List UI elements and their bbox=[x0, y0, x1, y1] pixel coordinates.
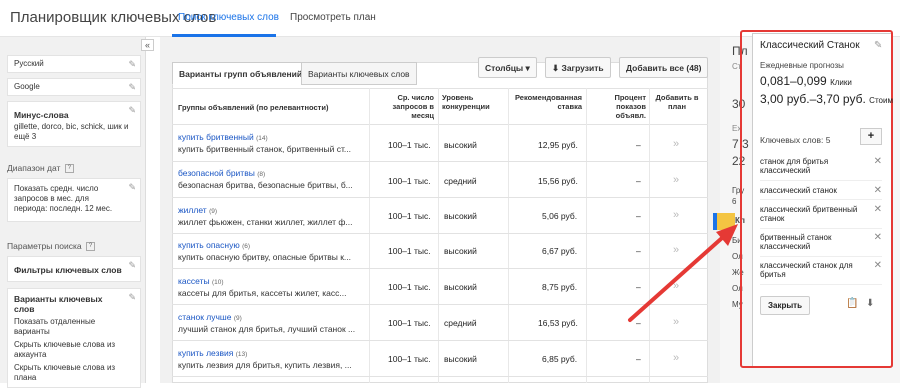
clipboard-icon[interactable]: 📋 bbox=[846, 298, 858, 309]
cost-unit: Стоим bbox=[869, 96, 893, 105]
keywords-count-label: Ключевых слов: 5 bbox=[760, 135, 831, 145]
keyword-item: классический станок для бритья ✕ bbox=[760, 261, 882, 285]
keyword-text: станок для бритья классический bbox=[760, 157, 829, 175]
remove-keyword-icon[interactable]: ✕ bbox=[874, 186, 882, 196]
add-keyword-button[interactable]: + bbox=[860, 128, 882, 145]
keyword-text: классический станок для бритья bbox=[760, 261, 853, 279]
pencil-icon[interactable]: ✎ bbox=[874, 40, 882, 51]
keyword-text: классический бритвенный станок bbox=[760, 205, 858, 223]
keyword-item: бритвенный станок классический ✕ bbox=[760, 233, 882, 257]
clicks-forecast: 0,081–0,099 Клики bbox=[760, 74, 852, 88]
keyword-item: станок для бритья классический ✕ bbox=[760, 157, 882, 181]
forecast-label: Ежедневные прогнозы bbox=[760, 61, 844, 70]
remove-keyword-icon[interactable]: ✕ bbox=[874, 157, 882, 167]
panel-title: Классический Станок bbox=[760, 40, 860, 51]
cost-value: 3,00 руб.–3,70 руб. bbox=[760, 92, 866, 106]
keyword-item: классический станок ✕ bbox=[760, 186, 882, 200]
close-button[interactable]: Закрыть bbox=[760, 296, 810, 315]
remove-keyword-icon[interactable]: ✕ bbox=[874, 261, 882, 271]
keyword-text: классический станок bbox=[760, 186, 837, 195]
clicks-value: 0,081–0,099 bbox=[760, 74, 827, 88]
keyword-text: бритвенный станок классический bbox=[760, 233, 832, 251]
remove-keyword-icon[interactable]: ✕ bbox=[874, 205, 882, 215]
download-icon[interactable]: ⬇ bbox=[866, 298, 874, 309]
clicks-unit: Клики bbox=[830, 78, 852, 87]
cost-forecast: 3,00 руб.–3,70 руб. Стоим bbox=[760, 92, 893, 106]
keyword-item: классический бритвенный станок ✕ bbox=[760, 205, 882, 229]
remove-keyword-icon[interactable]: ✕ bbox=[874, 233, 882, 243]
